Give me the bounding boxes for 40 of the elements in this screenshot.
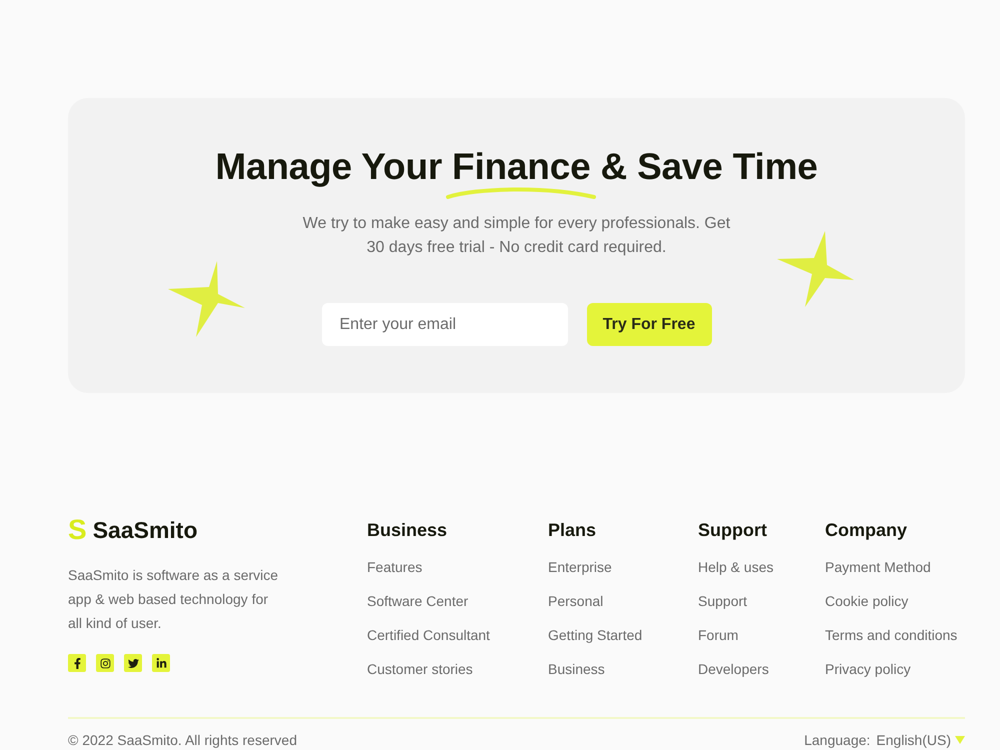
footer-link[interactable]: Cookie policy — [825, 591, 908, 611]
column-heading: Plans — [548, 519, 598, 542]
footer-link[interactable]: Privacy policy — [825, 659, 911, 679]
twitter-icon[interactable] — [124, 654, 142, 672]
footer-link[interactable]: Help & uses — [698, 557, 774, 577]
brand-description: SaaSmito is software as a service app & web based technology for all kind of user. — [68, 566, 280, 633]
footer-link[interactable]: Terms and conditions — [825, 625, 958, 645]
footer-link[interactable]: Business — [548, 659, 605, 679]
footer-link[interactable]: Support — [698, 591, 748, 611]
footer-link[interactable]: Developers — [698, 659, 769, 679]
headline-text: & Save Time — [600, 148, 818, 186]
headline-text: Manage Your — [215, 148, 442, 186]
subtitle-text: We try to make easy and simple for every professionals. Get 30 days free trial - No credit card required. — [302, 214, 732, 258]
footer-link[interactable]: Features — [367, 557, 422, 577]
linkedin-icon[interactable] — [152, 654, 170, 672]
footer-link[interactable]: Personal — [548, 591, 604, 611]
star-icon — [777, 231, 854, 307]
footer-link[interactable]: Getting Started — [548, 625, 642, 645]
scribble-underline-icon — [446, 187, 596, 199]
logo-mark: S — [68, 516, 87, 544]
footer-link[interactable]: Software Center — [367, 591, 468, 611]
try-for-free-button[interactable]: Try For Free — [586, 303, 712, 346]
language-dropdown[interactable]: English(US) — [876, 731, 965, 749]
footer-link[interactable]: Forum — [698, 625, 738, 645]
email-input-field[interactable]: Enter your email — [322, 303, 568, 346]
footer-link[interactable]: Payment Method — [825, 557, 931, 577]
caret-icon — [955, 736, 965, 744]
facebook-icon[interactable] — [68, 654, 86, 672]
footer-link[interactable]: Certified Consultant — [367, 625, 490, 645]
footer-link[interactable]: Customer stories — [367, 659, 473, 679]
column-heading: Company — [825, 519, 908, 542]
column-heading: Business — [367, 519, 448, 542]
column-heading: Support — [698, 519, 768, 542]
language-label: Language: — [804, 731, 870, 749]
footer-link[interactable]: Enterprise — [548, 557, 612, 577]
star-icon — [168, 261, 245, 337]
brand-name: SaaSmito — [92, 516, 198, 544]
instagram-icon[interactable] — [96, 654, 114, 672]
headline-highlight-word: Finance — [452, 148, 590, 186]
copyright-text: © 2022 SaaSmito. All rights reserved — [68, 731, 297, 749]
